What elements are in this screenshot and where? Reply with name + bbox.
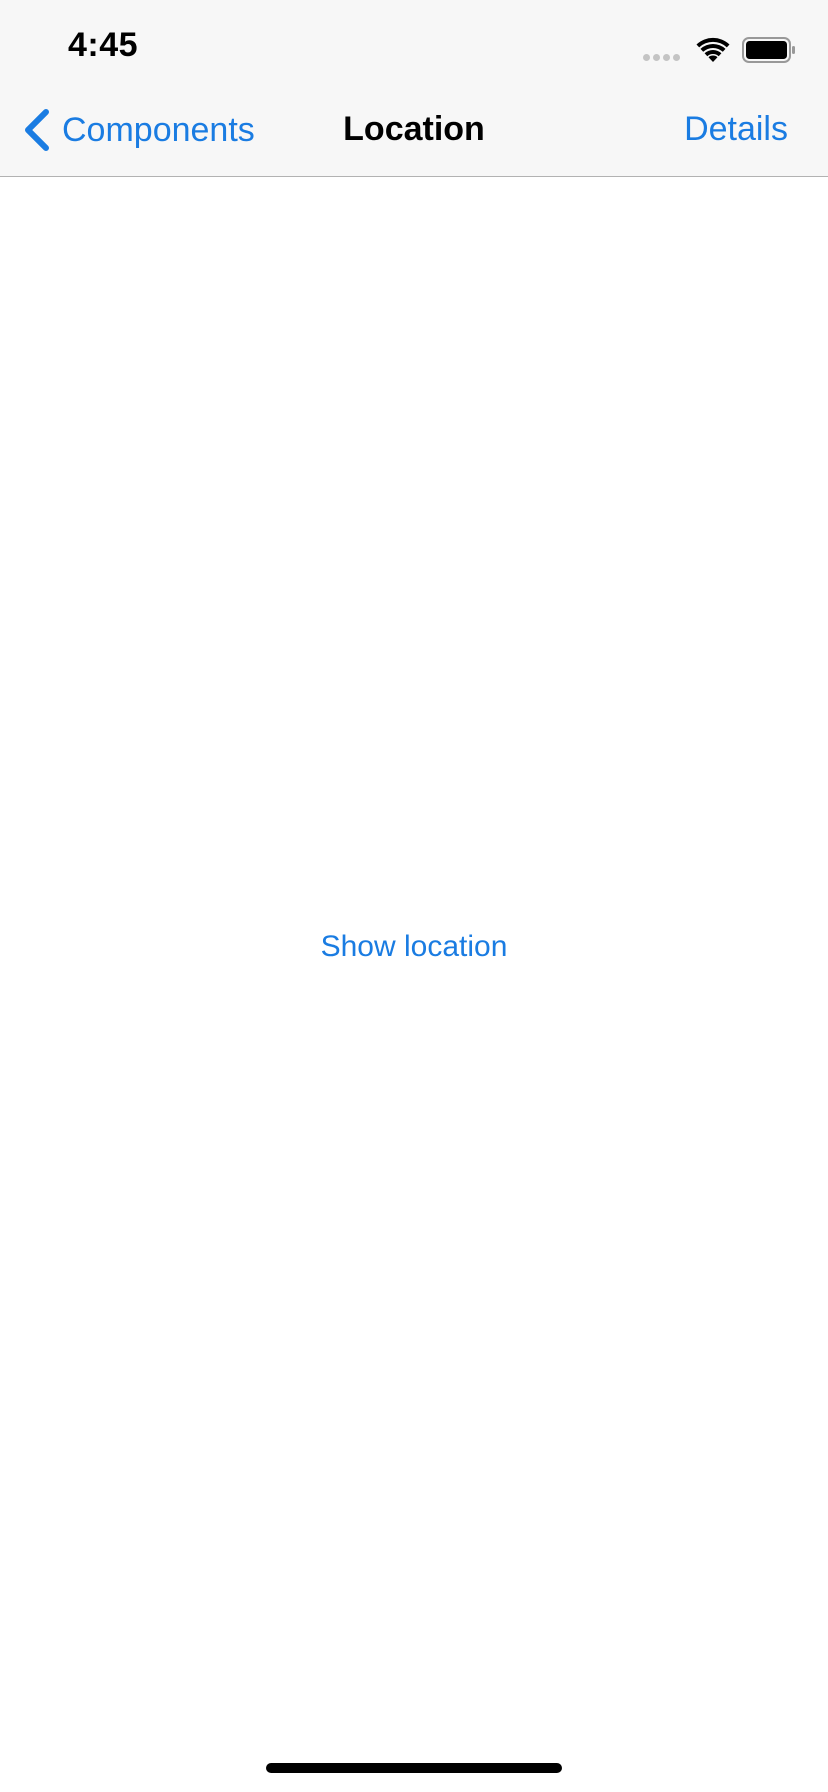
home-indicator — [266, 1763, 562, 1773]
status-icons — [643, 34, 796, 66]
nav-bar: Components Location Details — [0, 100, 828, 164]
screen: 4:45 Components Location Details Show lo… — [0, 0, 828, 1792]
show-location-button[interactable]: Show location — [0, 930, 828, 964]
status-time: 4:45 — [68, 26, 139, 64]
cellular-signal-icon — [643, 53, 680, 61]
wifi-icon — [696, 37, 730, 62]
navigation-header: 4:45 Components Location Details — [0, 0, 828, 177]
battery-icon — [742, 37, 795, 63]
details-button[interactable]: Details — [684, 110, 788, 149]
